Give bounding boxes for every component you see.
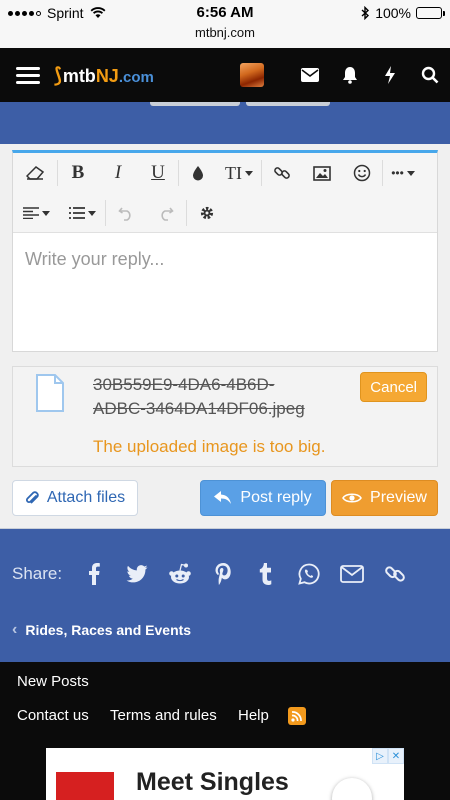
logo-com: .com: [118, 68, 154, 86]
toolbar-row-1: B I U TI •••: [13, 153, 437, 193]
status-bar: Sprint 6:56 AM mtbnj.com 100%: [0, 0, 450, 48]
bluetooth-icon: [361, 6, 370, 20]
list-button[interactable]: [59, 193, 105, 233]
contact-us-link[interactable]: Contact us: [17, 707, 89, 724]
attachment-item: 30B559E9-4DA6-4B6D- ADBC-3464DA14DF06.jp…: [12, 366, 438, 467]
italic-button[interactable]: I: [98, 153, 138, 193]
ad-banner[interactable]: Meet Singles ▷ ✕: [46, 748, 404, 800]
cancel-upload-button[interactable]: Cancel: [360, 372, 427, 402]
paperclip-icon: [25, 491, 39, 504]
reply-placeholder: Write your reply...: [25, 249, 165, 269]
toolbar-row-2: [13, 193, 437, 233]
breadcrumb-label: Rides, Races and Events: [25, 622, 192, 638]
reply-icon: [214, 491, 232, 504]
browser-url[interactable]: mtbnj.com: [0, 25, 450, 40]
battery-group: 100%: [361, 5, 445, 21]
header-icons: [240, 48, 450, 102]
post-reply-label: Post reply: [240, 489, 312, 506]
ad-choices-icon: ▷: [372, 748, 388, 764]
bike-logo-icon: ⟆: [54, 64, 62, 87]
envelope-icon[interactable]: [290, 48, 330, 102]
more-icon: •••: [391, 166, 404, 180]
color-drop-icon[interactable]: [179, 153, 217, 193]
reddit-icon[interactable]: [158, 559, 201, 589]
attach-files-button[interactable]: Attach files: [12, 480, 138, 516]
attach-files-label: Attach files: [46, 489, 126, 506]
facebook-icon[interactable]: [72, 559, 115, 589]
pinterest-icon[interactable]: [201, 559, 244, 589]
bold-button[interactable]: B: [58, 153, 98, 193]
battery-percent: 100%: [375, 5, 411, 21]
logo-nj: NJ: [95, 65, 119, 86]
ad-title: Meet Singles: [136, 768, 289, 796]
help-link[interactable]: Help: [238, 707, 269, 724]
undo-icon[interactable]: [106, 193, 146, 233]
battery-icon: [416, 7, 445, 19]
site-header: ⟆ mtb NJ .com: [0, 48, 450, 102]
search-icon[interactable]: [410, 48, 450, 102]
ad-choices-badge[interactable]: ▷ ✕: [372, 748, 404, 764]
new-posts-link[interactable]: New Posts: [17, 673, 89, 690]
bell-icon[interactable]: [330, 48, 370, 102]
avatar[interactable]: [240, 63, 264, 87]
top-band: [0, 102, 450, 144]
share-label: Share:: [12, 564, 63, 583]
ad-logo: [56, 772, 114, 800]
file-icon: [36, 374, 64, 412]
eye-icon: [342, 493, 362, 503]
email-icon[interactable]: [330, 559, 373, 589]
breadcrumb[interactable]: ‹ Rides, Races and Events: [12, 621, 191, 639]
rss-icon[interactable]: [288, 707, 306, 725]
tumblr-icon[interactable]: [244, 559, 287, 589]
lightning-icon[interactable]: [370, 48, 410, 102]
link-icon[interactable]: [262, 153, 302, 193]
align-icon: [22, 207, 39, 219]
underline-button[interactable]: U: [138, 153, 178, 193]
text-size-button[interactable]: TI: [217, 153, 261, 193]
upload-error: The uploaded image is too big.: [93, 437, 326, 456]
attachment-filename: 30B559E9-4DA6-4B6D- ADBC-3464DA14DF06.jp…: [93, 373, 333, 421]
align-button[interactable]: [13, 193, 59, 233]
gear-icon[interactable]: [187, 193, 227, 233]
list-icon: [68, 207, 85, 219]
whatsapp-icon[interactable]: [287, 559, 330, 589]
site-logo[interactable]: ⟆ mtb NJ .com: [54, 63, 154, 88]
hidden-button-edge[interactable]: [246, 102, 330, 106]
link-icon[interactable]: [373, 559, 416, 589]
logo-mtb: mtb: [62, 65, 96, 86]
more-button[interactable]: •••: [383, 153, 423, 193]
terms-link[interactable]: Terms and rules: [110, 707, 217, 724]
menu-icon[interactable]: [16, 66, 40, 84]
redo-icon[interactable]: [146, 193, 186, 233]
filename-line-2: ADBC-3464DA14DF06.jpeg: [93, 399, 305, 418]
hidden-button-edge[interactable]: [150, 102, 240, 106]
filename-line-1: 30B559E9-4DA6-4B6D-: [93, 375, 275, 394]
preview-label: Preview: [370, 489, 427, 506]
reply-textarea[interactable]: Write your reply...: [13, 233, 437, 286]
ad-arrow-icon[interactable]: [332, 778, 372, 800]
eraser-icon[interactable]: [13, 153, 57, 193]
editor-toolbar: B I U TI •••: [13, 153, 437, 233]
chevron-left-icon: ‹: [12, 621, 18, 638]
share-row: Share:: [12, 559, 416, 589]
ad-close-icon[interactable]: ✕: [388, 748, 404, 764]
post-reply-button[interactable]: Post reply: [200, 480, 326, 516]
share-section: Share: ‹ Rides, Races and Events: [0, 528, 450, 662]
twitter-icon[interactable]: [115, 559, 158, 589]
smiley-icon[interactable]: [342, 153, 382, 193]
image-icon[interactable]: [302, 153, 342, 193]
preview-button[interactable]: Preview: [331, 480, 438, 516]
text-size-icon: TI: [225, 162, 242, 183]
reply-editor: B I U TI ••• Write your reply...: [12, 150, 438, 352]
